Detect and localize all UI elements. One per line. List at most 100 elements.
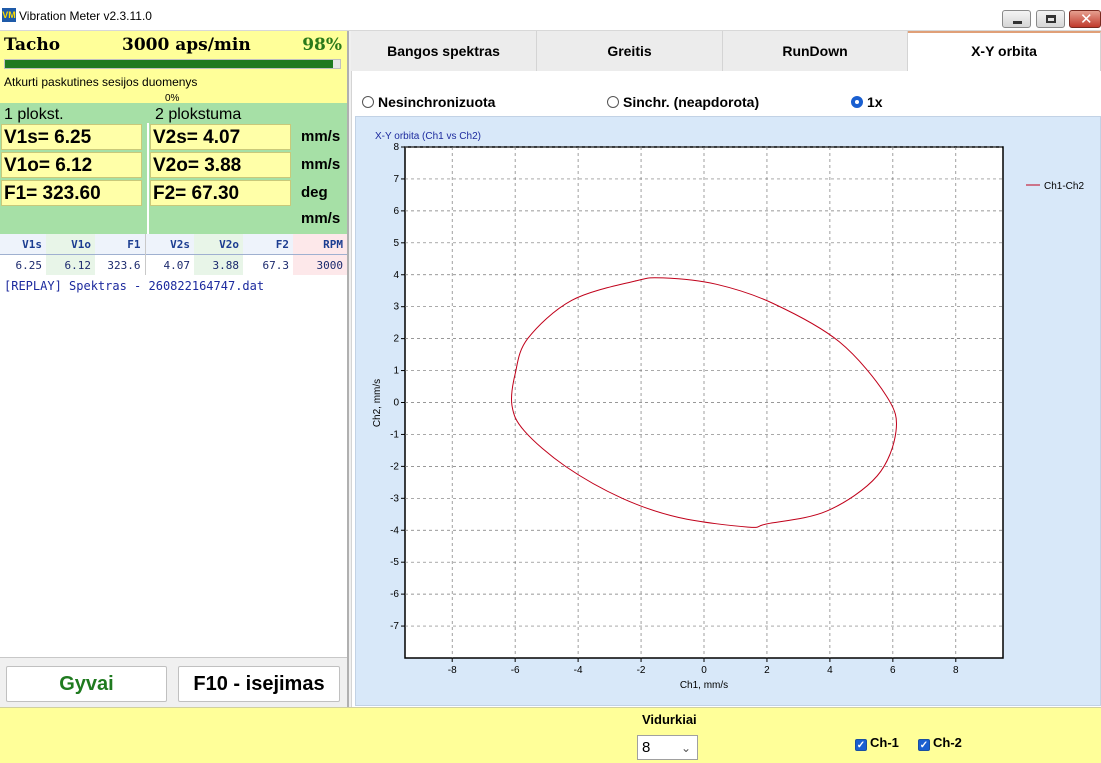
summary-header: V1o — [46, 234, 95, 255]
tacho-label: Tacho — [4, 35, 61, 55]
ch2-checkbox[interactable]: ✓ Ch-2 — [918, 735, 962, 751]
radio-label: Sinchr. (neapdorota) — [623, 94, 760, 110]
tacho-panel: Tacho 3000 aps/min 98% Atkurti paskutine… — [0, 31, 347, 104]
radio-icon — [362, 96, 374, 108]
title-bar: VM Vibration Meter v2.3.11.0 ✕ — [0, 0, 1101, 31]
summary-cell: 3.88 — [194, 254, 243, 275]
close-button[interactable]: ✕ — [1069, 10, 1101, 28]
radio-label: 1x — [867, 94, 883, 110]
checkbox-check-icon: ✓ — [918, 739, 930, 751]
y-tick-label: -4 — [390, 525, 399, 536]
maximize-icon — [1046, 15, 1056, 23]
unit-label: mm/s — [301, 128, 341, 145]
tacho-progress-bar — [4, 59, 341, 69]
chevron-down-icon: ⌄ — [680, 741, 691, 755]
plane-divider — [147, 123, 149, 234]
summary-cell: 323.6 — [107, 259, 141, 272]
y-tick-label: 2 — [393, 334, 399, 345]
x-tick-label: -8 — [448, 665, 457, 676]
radio-icon — [607, 96, 619, 108]
summary-cell: 67.3 — [262, 259, 290, 272]
averages-value: 8 — [642, 739, 651, 756]
y-tick-label: 7 — [393, 174, 399, 185]
readings-panel: 1 plokst. 2 plokstuma V1s= 6.25 V1o= 6.1… — [0, 103, 347, 234]
x-tick-labels: -8 -6 -4 -2 0 2 4 6 8 — [448, 665, 959, 676]
x-tick-label: -2 — [637, 665, 646, 676]
y-tick-label: 4 — [393, 270, 399, 281]
summary-header: V1s — [22, 238, 42, 251]
maximize-button[interactable] — [1036, 10, 1065, 28]
ch1-label: Ch-1 — [870, 735, 899, 750]
live-button[interactable]: Gyvai — [6, 666, 167, 702]
tab-xy-orbit[interactable]: X-Y orbita — [908, 31, 1101, 71]
v1o-reading: V1o= 6.12 — [1, 152, 142, 178]
plane2-title: 2 plokstuma — [155, 106, 242, 123]
x-tick-label: 0 — [701, 665, 707, 676]
radio-label: Nesinchronizuota — [378, 94, 496, 110]
y-tick-label: -1 — [390, 429, 399, 440]
radio-icon — [851, 96, 863, 108]
orbit-chart-svg: X-Y orbita (Ch1 vs Ch2) -8 -6 -4 -2 0 2 4 6 8 -7… — [372, 131, 1084, 691]
ch1-checkbox[interactable]: ✓ Ch-1 — [855, 735, 899, 751]
unit-label: mm/s — [301, 156, 341, 173]
minimize-icon — [1013, 21, 1022, 24]
x-tick-label: -6 — [511, 665, 520, 676]
tab-bar: Bangos spektras Greitis RunDown X-Y orbi… — [351, 31, 1101, 71]
summary-cell: 3000 — [293, 254, 347, 275]
summary-header: V2o — [194, 234, 243, 255]
x-tick-label: 8 — [953, 665, 959, 676]
y-tick-label: -3 — [390, 493, 399, 504]
y-tick-label: 8 — [393, 142, 399, 153]
exit-button[interactable]: F10 - isejimas — [178, 666, 340, 702]
summary-value-row: 6.25 6.12 323.6 4.07 3.88 67.3 3000 — [0, 254, 347, 275]
y-tick-label: 1 — [393, 366, 399, 377]
x-tick-label: 2 — [764, 665, 770, 676]
y-tick-label: -5 — [390, 557, 399, 568]
summary-cell: 6.12 — [46, 254, 95, 275]
radio-unsynchronized[interactable]: Nesinchronizuota — [362, 94, 495, 110]
close-icon: ✕ — [1080, 10, 1093, 28]
action-buttons: Gyvai F10 - isejimas — [0, 657, 347, 707]
window-title: Vibration Meter v2.3.11.0 — [19, 9, 152, 23]
y-tick-label: -2 — [390, 461, 399, 472]
ch2-label: Ch-2 — [933, 735, 962, 750]
y-tick-labels: -7 -6 -5 -4 -3 -2 -1 0 1 2 3 4 5 6 7 8 — [390, 142, 399, 632]
y-tick-label: 6 — [393, 206, 399, 217]
tacho-rpm: 3000 aps/min — [122, 35, 251, 55]
chart-title: X-Y orbita (Ch1 vs Ch2) — [375, 131, 481, 142]
session-message: Atkurti paskutines sesijos duomenys — [4, 75, 198, 89]
left-panel: Tacho 3000 aps/min 98% Atkurti paskutine… — [0, 31, 349, 707]
v2s-reading: V2s= 4.07 — [150, 124, 291, 150]
tab-wave-spectrum[interactable]: Bangos spektras — [351, 31, 537, 71]
tab-rundown[interactable]: RunDown — [723, 31, 908, 71]
x-axis-label: Ch1, mm/s — [680, 680, 728, 691]
f1-reading: F1= 323.60 — [1, 180, 142, 206]
tacho-percent: 98% — [302, 35, 342, 55]
xy-orbit-panel: Nesinchronizuota Sinchr. (neapdorota) 1x… — [351, 71, 1101, 707]
app-logo-icon: VM — [2, 8, 16, 22]
y-axis-label: Ch2, mm/s — [372, 379, 383, 427]
unit-label: mm/s — [301, 210, 341, 227]
orbit-chart: X-Y orbita (Ch1 vs Ch2) -8 -6 -4 -2 0 2 4 6 8 -7… — [355, 116, 1101, 706]
tab-velocity[interactable]: Greitis — [537, 31, 723, 71]
x-tick-label: -4 — [574, 665, 583, 676]
x-tick-label: 4 — [827, 665, 833, 676]
x-tick-label: 6 — [890, 665, 896, 676]
y-tick-label: -6 — [390, 589, 399, 600]
bottom-bar: Vidurkiai 8 ⌄ ✓ Ch-1 ✓ Ch-2 — [0, 707, 1101, 763]
v1s-reading: V1s= 6.25 — [1, 124, 142, 150]
y-tick-label: 3 — [393, 302, 399, 313]
log-line: [REPLAY] Spektras - 260822164747.dat — [4, 279, 265, 293]
v2o-reading: V2o= 3.88 — [150, 152, 291, 178]
radio-synchronized-raw[interactable]: Sinchr. (neapdorota) — [607, 94, 759, 110]
y-tick-label: -7 — [390, 621, 399, 632]
y-tick-label: 5 — [393, 238, 399, 249]
summary-header: V2s — [144, 234, 194, 255]
summary-cell: 6.25 — [15, 259, 43, 272]
y-tick-label: 0 — [393, 398, 399, 409]
tacho-progress-fill — [5, 60, 334, 68]
averages-select[interactable]: 8 ⌄ — [637, 735, 698, 760]
radio-1x[interactable]: 1x — [851, 94, 883, 110]
legend-entry: Ch1-Ch2 — [1044, 181, 1084, 192]
minimize-button[interactable] — [1002, 10, 1031, 28]
